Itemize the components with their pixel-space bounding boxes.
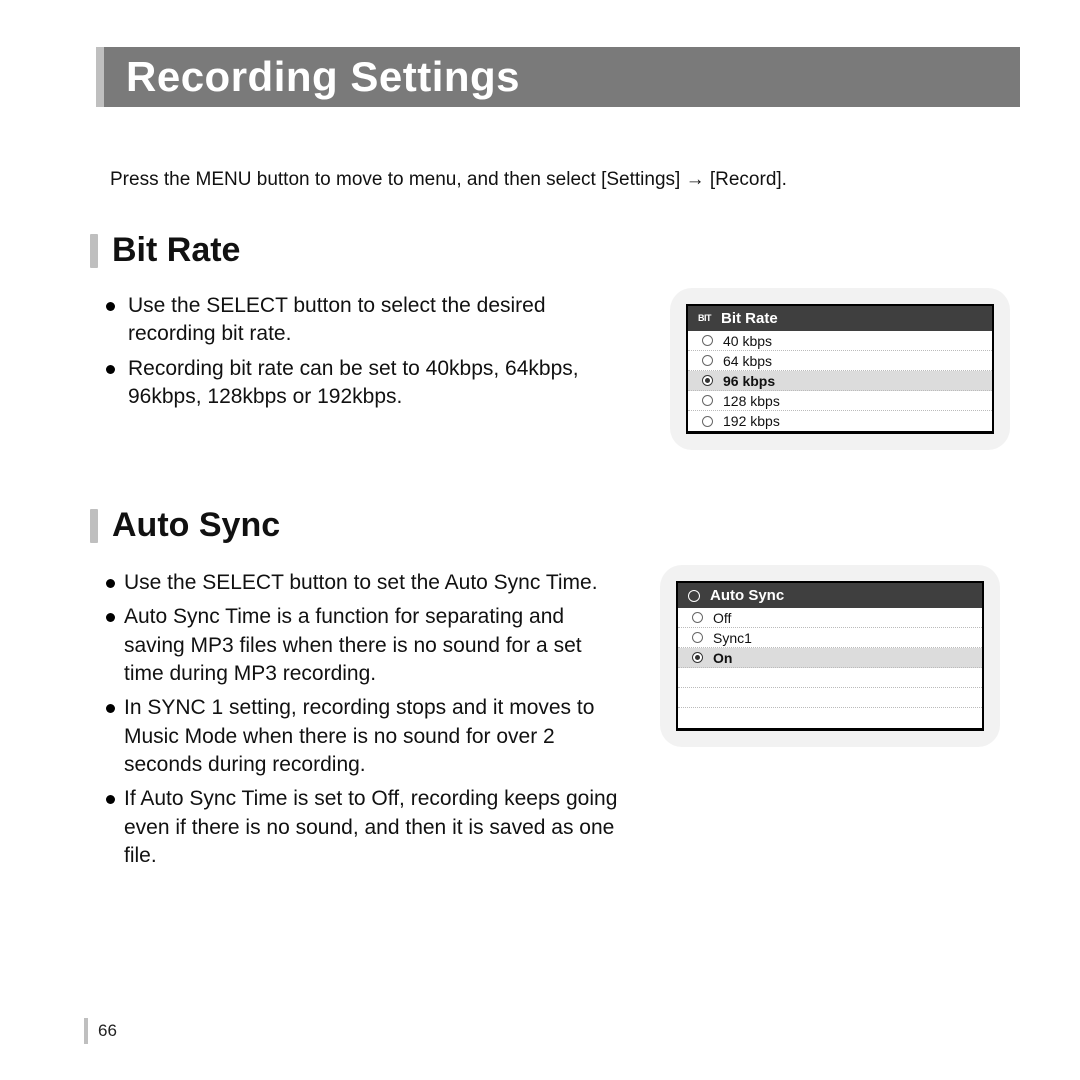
option-row[interactable]: Off bbox=[678, 608, 982, 628]
option-row[interactable]: Sync1 bbox=[678, 628, 982, 648]
option-row-empty: . bbox=[678, 668, 982, 688]
device-panel: BIT Bit Rate 40 kbps 64 kbps 96 kbps 128… bbox=[686, 304, 994, 434]
option-label: 96 kbps bbox=[723, 373, 775, 389]
option-label: 192 kbps bbox=[723, 413, 780, 429]
section-heading: Bit Rate bbox=[90, 231, 1020, 270]
bullet-item: Use the SELECT button to select the desi… bbox=[106, 292, 636, 349]
bullet-item: In SYNC 1 setting, recording stops and i… bbox=[106, 694, 626, 779]
option-row-empty: . bbox=[678, 708, 982, 728]
option-label: 40 kbps bbox=[723, 333, 772, 349]
option-row-selected[interactable]: 96 kbps bbox=[688, 371, 992, 391]
device-panel: Auto Sync Off Sync1 On . . . bbox=[676, 581, 984, 731]
section-title-bitrate: Bit Rate bbox=[112, 231, 240, 270]
heading-accent-bar bbox=[90, 509, 98, 543]
radio-icon bbox=[702, 395, 713, 406]
page-footer: 66 bbox=[84, 1018, 117, 1044]
option-label: Sync1 bbox=[713, 630, 752, 646]
bullet-item: If Auto Sync Time is set to Off, recordi… bbox=[106, 785, 626, 870]
option-list: 40 kbps 64 kbps 96 kbps 128 kbps 192 kbp… bbox=[688, 331, 992, 431]
radio-icon-selected bbox=[692, 652, 703, 663]
panel-header: Auto Sync bbox=[678, 583, 982, 608]
radio-icon-selected bbox=[702, 375, 713, 386]
panel-header: BIT Bit Rate bbox=[688, 306, 992, 331]
radio-icon bbox=[692, 612, 703, 623]
bit-icon: BIT bbox=[698, 314, 711, 323]
bullet-item: Auto Sync Time is a function for separat… bbox=[106, 603, 626, 688]
panel-title: Auto Sync bbox=[710, 587, 784, 604]
option-label: 64 kbps bbox=[723, 353, 772, 369]
title-accent-bar bbox=[96, 47, 104, 107]
radio-icon bbox=[702, 335, 713, 346]
option-row[interactable]: 192 kbps bbox=[688, 411, 992, 431]
option-row[interactable]: 128 kbps bbox=[688, 391, 992, 411]
option-row-empty: . bbox=[678, 688, 982, 708]
option-row-selected[interactable]: On bbox=[678, 648, 982, 668]
section-bit-rate: Bit Rate Use the SELECT button to select… bbox=[84, 231, 1020, 450]
page-title-banner: Recording Settings bbox=[104, 47, 1020, 107]
bullet-item: Use the SELECT button to set the Auto Sy… bbox=[106, 569, 626, 597]
option-list: Off Sync1 On . . . bbox=[678, 608, 982, 728]
device-screenshot-bitrate: BIT Bit Rate 40 kbps 64 kbps 96 kbps 128… bbox=[670, 288, 1010, 450]
footer-accent-bar bbox=[84, 1018, 88, 1044]
section-heading: Auto Sync bbox=[90, 506, 1020, 545]
manual-page: Recording Settings Press the MENU button… bbox=[0, 0, 1080, 1080]
panel-title: Bit Rate bbox=[721, 310, 778, 327]
option-row[interactable]: 64 kbps bbox=[688, 351, 992, 371]
option-label: Off bbox=[713, 610, 731, 626]
radio-icon bbox=[702, 416, 713, 427]
bullet-list: Use the SELECT button to set the Auto Sy… bbox=[106, 569, 626, 870]
section-auto-sync: Auto Sync Use the SELECT button to set t… bbox=[84, 506, 1020, 876]
device-screenshot-autosync: Auto Sync Off Sync1 On . . . bbox=[660, 565, 1000, 747]
autosync-text-column: Use the SELECT button to set the Auto Sy… bbox=[106, 569, 626, 876]
option-row[interactable]: 40 kbps bbox=[688, 331, 992, 351]
option-label: On bbox=[713, 650, 732, 666]
section-title-autosync: Auto Sync bbox=[112, 506, 280, 545]
bullet-item: Recording bit rate can be set to 40kbps,… bbox=[106, 355, 636, 412]
sync-icon bbox=[688, 590, 700, 602]
radio-icon bbox=[702, 355, 713, 366]
radio-icon bbox=[692, 632, 703, 643]
page-title: Recording Settings bbox=[104, 53, 520, 101]
intro-text: Press the MENU button to move to menu, a… bbox=[110, 169, 1020, 191]
page-number: 66 bbox=[98, 1021, 117, 1041]
bitrate-text-column: Use the SELECT button to select the desi… bbox=[106, 292, 636, 417]
option-label: 128 kbps bbox=[723, 393, 780, 409]
bullet-list: Use the SELECT button to select the desi… bbox=[106, 292, 636, 411]
heading-accent-bar bbox=[90, 234, 98, 268]
